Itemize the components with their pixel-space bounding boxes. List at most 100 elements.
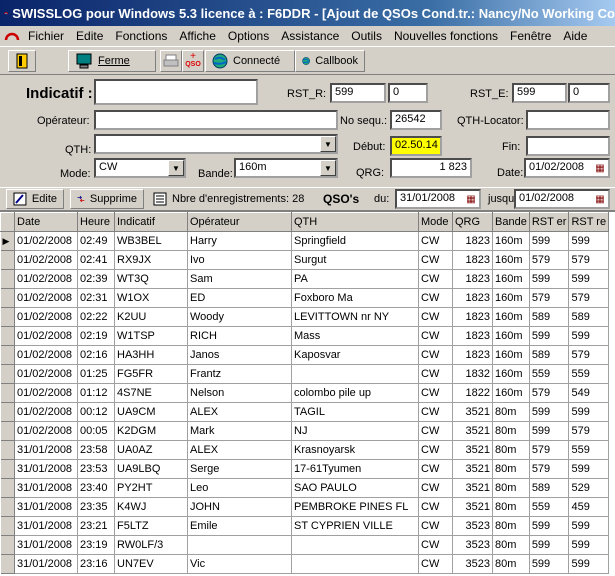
- cell-rst-er[interactable]: 599: [529, 326, 570, 346]
- cell-rst-re[interactable]: 529: [568, 478, 610, 498]
- cell-indicatif[interactable]: WT3Q: [114, 269, 188, 289]
- cell-operateur[interactable]: Leo: [187, 478, 292, 498]
- cell-qth[interactable]: Springfield: [291, 231, 419, 251]
- cell-indicatif[interactable]: K2UU: [114, 307, 188, 327]
- operateur-input[interactable]: [94, 110, 338, 130]
- cell-date[interactable]: 01/02/2008: [14, 383, 78, 403]
- cell-indicatif[interactable]: F5LTZ: [114, 516, 188, 536]
- calendar-icon[interactable]: ▦: [464, 192, 478, 206]
- header-rst-er[interactable]: RST er: [528, 212, 570, 232]
- cell-rst-er[interactable]: 589: [529, 345, 570, 365]
- cell-heure[interactable]: 00:05: [77, 421, 115, 441]
- cell-date[interactable]: 01/02/2008: [14, 402, 78, 422]
- new-qso-button[interactable]: + QSO: [182, 50, 204, 72]
- cell-operateur[interactable]: Mark: [187, 421, 292, 441]
- cell-rst-re[interactable]: 559: [568, 364, 610, 384]
- row-indicator[interactable]: [0, 383, 15, 403]
- mode-combo[interactable]: CW ▼: [94, 158, 186, 178]
- cell-bande[interactable]: 80m: [492, 459, 530, 479]
- cell-mode[interactable]: CW: [418, 459, 453, 479]
- cell-date[interactable]: 01/02/2008: [14, 345, 78, 365]
- row-indicator[interactable]: [0, 516, 15, 536]
- cell-mode[interactable]: CW: [418, 440, 453, 460]
- cell-qth[interactable]: Krasnoyarsk: [291, 440, 419, 460]
- cell-indicatif[interactable]: W1OX: [114, 288, 188, 308]
- cell-operateur[interactable]: ED: [187, 288, 292, 308]
- cell-heure[interactable]: 23:53: [77, 459, 115, 479]
- cell-qrg[interactable]: 3521: [452, 402, 493, 422]
- row-indicator[interactable]: [0, 459, 15, 479]
- cell-bande[interactable]: 80m: [492, 421, 530, 441]
- cell-operateur[interactable]: ALEX: [187, 402, 292, 422]
- cell-operateur[interactable]: Frantz: [187, 364, 292, 384]
- cell-qrg[interactable]: 3521: [452, 440, 493, 460]
- row-indicator[interactable]: [0, 326, 15, 346]
- cell-qrg[interactable]: 3523: [452, 554, 493, 574]
- table-row[interactable]: ▶ 01/02/2008 02:49 WB3BEL Harry Springfield CW…: [0, 231, 610, 251]
- dropdown-arrow-icon[interactable]: ▼: [168, 160, 184, 176]
- cell-rst-re[interactable]: 599: [568, 554, 610, 574]
- table-row[interactable]: 01/02/2008 02:41 RX9JX Ivo Surgut CW 1823 160m 5…: [0, 250, 610, 270]
- rst-e-extra-input[interactable]: 0: [568, 83, 610, 103]
- cell-qrg[interactable]: 3523: [452, 516, 493, 536]
- cell-indicatif[interactable]: UN7EV: [114, 554, 188, 574]
- row-indicator[interactable]: [0, 250, 15, 270]
- row-indicator[interactable]: [0, 535, 15, 555]
- calendar-icon[interactable]: ▦: [593, 192, 607, 206]
- cell-date[interactable]: 31/01/2008: [14, 554, 78, 574]
- cell-mode[interactable]: CW: [418, 231, 453, 251]
- cell-date[interactable]: 01/02/2008: [14, 307, 78, 327]
- cell-bande[interactable]: 160m: [492, 383, 530, 403]
- cell-qth[interactable]: Mass: [291, 326, 419, 346]
- cell-operateur[interactable]: ALEX: [187, 440, 292, 460]
- cell-indicatif[interactable]: RX9JX: [114, 250, 188, 270]
- cell-indicatif[interactable]: UA9LBQ: [114, 459, 188, 479]
- cell-operateur[interactable]: Ivo: [187, 250, 292, 270]
- indicatif-input[interactable]: [94, 79, 258, 105]
- cell-rst-er[interactable]: 579: [529, 250, 570, 270]
- cell-rst-er[interactable]: 599: [529, 402, 570, 422]
- cell-mode[interactable]: CW: [418, 421, 453, 441]
- cell-indicatif[interactable]: WB3BEL: [114, 231, 188, 251]
- cell-rst-re[interactable]: 599: [568, 535, 610, 555]
- cell-rst-re[interactable]: 579: [568, 288, 610, 308]
- date-input[interactable]: 01/02/2008 ▦: [524, 158, 610, 178]
- cell-mode[interactable]: CW: [418, 478, 453, 498]
- table-row[interactable]: 31/01/2008 23:16 UN7EV Vic CW 3523 80m 599 599: [0, 554, 610, 574]
- cell-mode[interactable]: CW: [418, 383, 453, 403]
- cell-rst-re[interactable]: 599: [568, 402, 610, 422]
- table-row[interactable]: 31/01/2008 23:40 PY2HT Leo SAO PAULO CW 3521 80…: [0, 478, 610, 498]
- table-row[interactable]: 01/02/2008 02:16 HA3HH Janos Kaposvar CW 1823 1…: [0, 345, 610, 365]
- cell-operateur[interactable]: [187, 535, 292, 555]
- cell-rst-er[interactable]: 579: [529, 440, 570, 460]
- cell-date[interactable]: 31/01/2008: [14, 535, 78, 555]
- cell-qth[interactable]: PA: [291, 269, 419, 289]
- cell-heure[interactable]: 02:41: [77, 250, 115, 270]
- menu-options[interactable]: Options: [222, 29, 275, 43]
- cell-rst-re[interactable]: 579: [568, 421, 610, 441]
- cell-rst-er[interactable]: 589: [529, 307, 570, 327]
- cell-qth[interactable]: TAGIL: [291, 402, 419, 422]
- cell-mode[interactable]: CW: [418, 554, 453, 574]
- rst-e-input[interactable]: 599: [512, 83, 567, 103]
- row-indicator[interactable]: [0, 307, 15, 327]
- cell-date[interactable]: 01/02/2008: [14, 231, 78, 251]
- cell-indicatif[interactable]: UA0AZ: [114, 440, 188, 460]
- cell-qrg[interactable]: 1823: [452, 231, 493, 251]
- cell-date[interactable]: 01/02/2008: [14, 250, 78, 270]
- jusqu-date-input[interactable]: 01/02/2008 ▦: [514, 189, 610, 209]
- cell-rst-re[interactable]: 549: [568, 383, 610, 403]
- cell-indicatif[interactable]: UA9CM: [114, 402, 188, 422]
- cell-heure[interactable]: 23:21: [77, 516, 115, 536]
- cell-heure[interactable]: 02:22: [77, 307, 115, 327]
- cell-date[interactable]: 01/02/2008: [14, 421, 78, 441]
- cell-date[interactable]: 31/01/2008: [14, 478, 78, 498]
- row-indicator[interactable]: [0, 288, 15, 308]
- cell-operateur[interactable]: Emile: [187, 516, 292, 536]
- rst-r-input[interactable]: 599: [330, 83, 386, 103]
- cell-qth[interactable]: Surgut: [291, 250, 419, 270]
- cell-mode[interactable]: CW: [418, 269, 453, 289]
- cell-operateur[interactable]: Vic: [187, 554, 292, 574]
- table-row[interactable]: 01/02/2008 00:12 UA9CM ALEX TAGIL CW 3521 80m 59…: [0, 402, 610, 422]
- cell-qth[interactable]: NJ: [291, 421, 419, 441]
